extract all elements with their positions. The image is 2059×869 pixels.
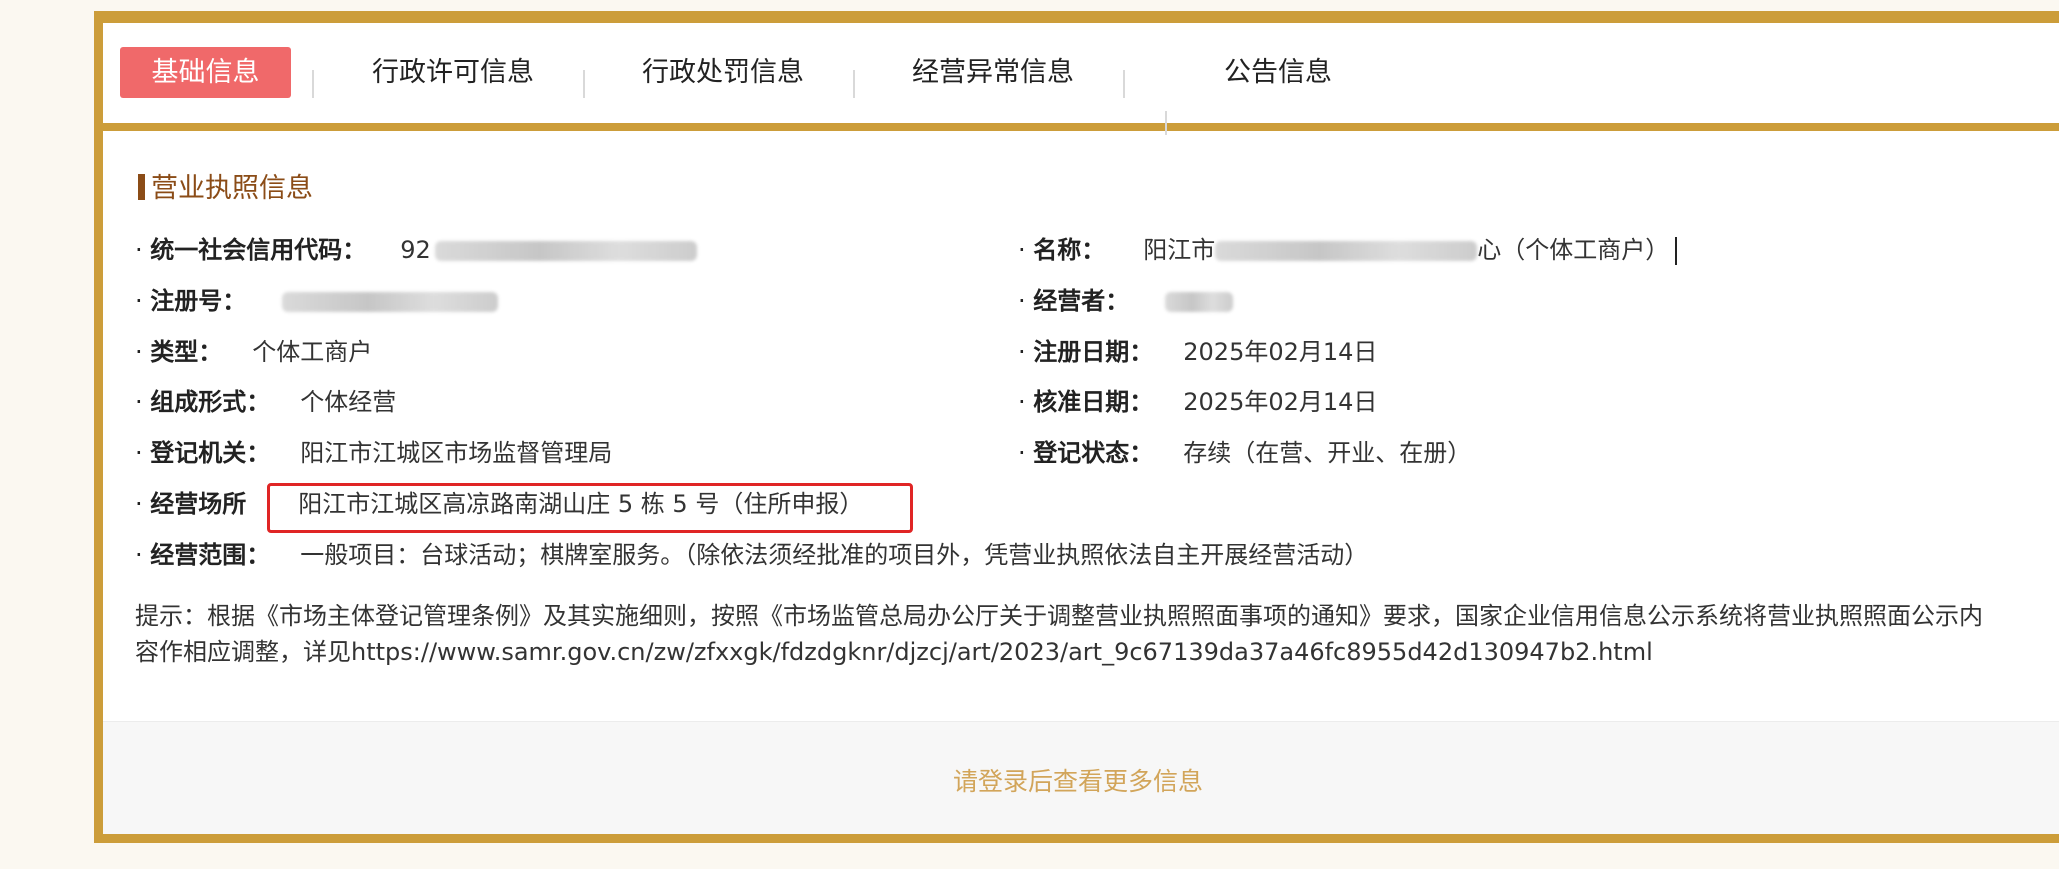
field-authority: · 登记机关： 阳江市江城区市场监督管理局	[135, 438, 612, 468]
approve-date-label: 核准日期：	[1033, 388, 1154, 416]
field-reg-date: · 注册日期： 2025年02月14日	[1018, 337, 1377, 367]
redacted-text	[282, 292, 499, 312]
footer: 请登录后查看更多信息	[103, 721, 2059, 834]
login-more-info-link[interactable]: 请登录后查看更多信息	[953, 762, 1203, 798]
text-cursor	[1675, 237, 1678, 265]
operator-label: 经营者：	[1033, 287, 1130, 315]
bullet: ·	[135, 236, 151, 264]
name-value-suffix: 心（个体工商户）	[1477, 236, 1670, 264]
tab-divider	[853, 70, 855, 98]
tab-divider	[1165, 111, 1167, 135]
tab-basic-info[interactable]: 基础信息	[120, 47, 291, 98]
bullet: ·	[1018, 439, 1034, 467]
field-status: · 登记状态： 存续（在营、开业、在册）	[1018, 438, 1471, 468]
approve-date-value: 2025年02月14日	[1183, 388, 1378, 416]
field-name: · 名称： 阳江市 心（个体工商户）	[1018, 235, 1678, 265]
tab-admin-license[interactable]: 行政许可信息	[372, 47, 534, 98]
field-scope: · 经营范围： 一般项目：台球活动；棋牌室服务。（除依法须经批准的项目外，凭营业执…	[135, 540, 1368, 570]
status-value: 存续（在营、开业、在册）	[1183, 439, 1472, 467]
section-title: 营业执照信息	[138, 173, 313, 205]
notice-text: 提示：根据《市场主体登记管理条例》及其实施细则，按照《市场监管总局办公厅关于调整…	[135, 602, 1983, 666]
form-label: 组成形式：	[150, 388, 271, 416]
bullet: ·	[135, 338, 151, 366]
bullet: ·	[1018, 236, 1034, 264]
bullet: ·	[135, 439, 151, 467]
bullet: ·	[135, 490, 151, 518]
address-highlight-box	[267, 483, 913, 533]
tab-admin-penalty[interactable]: 行政处罚信息	[642, 47, 804, 98]
reg-date-label: 注册日期：	[1033, 338, 1154, 366]
reg-date-value: 2025年02月14日	[1183, 338, 1378, 366]
name-label: 名称：	[1033, 236, 1106, 264]
tab-announcement[interactable]: 公告信息	[1224, 47, 1332, 98]
type-value: 个体工商户	[252, 338, 373, 366]
name-value-prefix: 阳江市	[1143, 236, 1216, 264]
tab-divider	[1123, 70, 1125, 98]
section-title-text: 营业执照信息	[151, 173, 313, 204]
field-operator: · 经营者：	[1018, 286, 1234, 316]
field-reg-no: · 注册号：	[135, 286, 499, 316]
bullet: ·	[1018, 338, 1034, 366]
authority-label: 登记机关：	[150, 439, 271, 467]
authority-value: 阳江市江城区市场监督管理局	[300, 439, 613, 467]
bullet: ·	[135, 541, 151, 569]
section-marker	[138, 174, 145, 200]
tab-abnormal-operation[interactable]: 经营异常信息	[912, 47, 1074, 98]
redacted-text	[434, 241, 697, 261]
scope-value: 一般项目：台球活动；棋牌室服务。（除依法须经批准的项目外，凭营业执照依法自主开展…	[300, 541, 1369, 569]
form-value: 个体经营	[300, 388, 397, 416]
tab-bar: 基础信息 行政许可信息 行政处罚信息 经营异常信息 公告信息	[103, 23, 2059, 131]
bullet: ·	[1018, 388, 1034, 416]
address-label: 经营场所	[150, 490, 247, 518]
credit-code-value: 92	[400, 236, 431, 264]
tab-divider	[312, 70, 314, 98]
scope-label: 经营范围：	[150, 541, 271, 569]
status-label: 登记状态：	[1033, 439, 1154, 467]
redacted-text	[1215, 241, 1478, 261]
bullet: ·	[1018, 287, 1034, 315]
reg-no-label: 注册号：	[150, 287, 247, 315]
tab-divider	[583, 70, 585, 98]
credit-code-label: 统一社会信用代码：	[150, 236, 367, 264]
type-label: 类型：	[150, 338, 223, 366]
redacted-text	[1165, 292, 1234, 312]
field-form: · 组成形式： 个体经营	[135, 387, 396, 417]
info-panel: 基础信息 行政许可信息 行政处罚信息 经营异常信息 公告信息 营业执照信息 · …	[94, 11, 2059, 843]
field-credit-code: · 统一社会信用代码： 92	[135, 235, 697, 265]
field-approve-date: · 核准日期： 2025年02月14日	[1018, 387, 1377, 417]
bullet: ·	[135, 287, 151, 315]
bullet: ·	[135, 388, 151, 416]
field-type: · 类型： 个体工商户	[135, 337, 372, 367]
